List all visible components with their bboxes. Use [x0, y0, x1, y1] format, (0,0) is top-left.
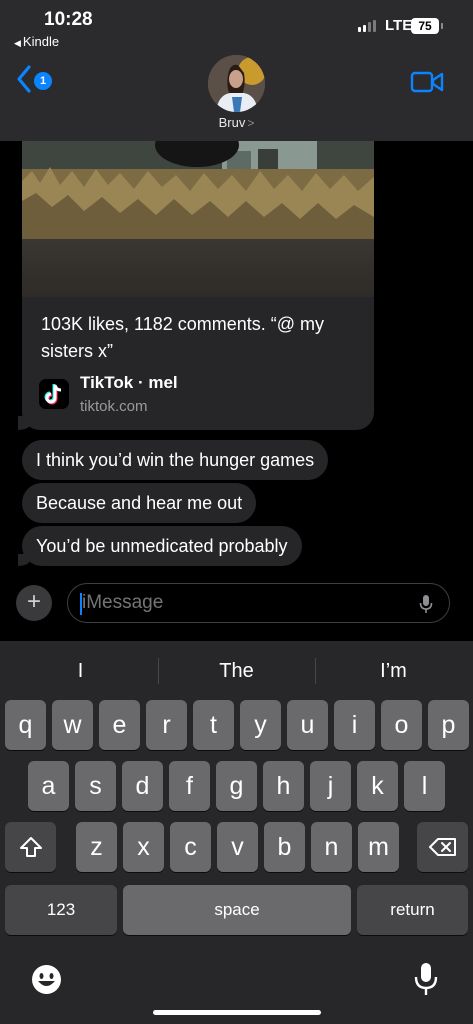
backspace-icon — [428, 838, 456, 856]
emoji-icon[interactable] — [31, 964, 62, 995]
home-indicator[interactable] — [153, 1010, 321, 1015]
key-u[interactable]: u — [287, 700, 328, 750]
key-z[interactable]: z — [76, 822, 117, 872]
shift-key[interactable] — [5, 822, 56, 872]
facetime-video-button[interactable] — [410, 70, 444, 94]
message-bubble[interactable]: Because and hear me out — [22, 483, 257, 523]
message-thread[interactable]: 103K likes, 1182 comments. “@ my sisters… — [0, 141, 473, 579]
key-y[interactable]: y — [240, 700, 281, 750]
message-input[interactable] — [82, 584, 402, 622]
network-type: LTE — [385, 17, 413, 34]
key-k[interactable]: k — [357, 761, 398, 811]
key-v[interactable]: v — [217, 822, 258, 872]
key-h[interactable]: h — [263, 761, 304, 811]
link-domain: tiktok.com — [80, 398, 148, 415]
key-s[interactable]: s — [75, 761, 116, 811]
key-c[interactable]: c — [170, 822, 211, 872]
conversation-header: 10:28 ◀ Kindle LTE 75 1 Bruv > — [0, 0, 473, 141]
chevron-left-icon — [17, 65, 31, 93]
status-time: 10:28 — [44, 9, 93, 30]
key-g[interactable]: g — [216, 761, 257, 811]
avatar-photo-icon — [208, 55, 265, 112]
tiktok-icon — [39, 379, 69, 409]
key-f[interactable]: f — [169, 761, 210, 811]
space-key[interactable]: space — [123, 885, 351, 935]
delete-key[interactable] — [417, 822, 468, 872]
message-text: You’d be unmedicated probably — [36, 536, 288, 556]
message-bubble[interactable]: You’d be unmedicated probably — [18, 526, 302, 566]
cellular-signal-icon — [358, 20, 376, 32]
key-x[interactable]: x — [123, 822, 164, 872]
keyboard: I The I’m q w e r t y u i o p a s d f g … — [0, 641, 473, 1024]
shift-arrow-icon — [19, 837, 42, 857]
chevron-right-icon: > — [247, 116, 255, 130]
back-to-app-link[interactable]: ◀ Kindle — [14, 34, 59, 49]
suggestion-2[interactable]: The — [158, 651, 315, 691]
link-preview-image — [22, 141, 374, 239]
contact-name-button[interactable]: Bruv > — [0, 115, 473, 130]
contact-avatar[interactable] — [208, 55, 265, 112]
bubble-tail-icon — [18, 554, 30, 566]
key-t[interactable]: t — [193, 700, 234, 750]
preview-image-lower — [22, 239, 374, 297]
key-q[interactable]: q — [5, 700, 46, 750]
link-source: TikTok · mel — [80, 373, 178, 392]
dictation-mic-icon[interactable] — [419, 594, 433, 614]
back-button[interactable]: 1 — [16, 64, 58, 98]
back-app-label: Kindle — [22, 34, 60, 49]
bubble-tail-icon — [18, 416, 32, 430]
return-key[interactable]: return — [357, 885, 468, 935]
link-preview-card[interactable]: 103K likes, 1182 comments. “@ my sisters… — [22, 141, 374, 430]
suggestion-3[interactable]: I’m — [315, 651, 472, 691]
key-p[interactable]: p — [428, 700, 469, 750]
key-l[interactable]: l — [404, 761, 445, 811]
key-w[interactable]: w — [52, 700, 93, 750]
key-b[interactable]: b — [264, 822, 305, 872]
suggestion-1[interactable]: I — [2, 651, 159, 691]
plus-icon: + — [26, 588, 41, 615]
apps-plus-button[interactable]: + — [16, 585, 52, 621]
key-o[interactable]: o — [381, 700, 422, 750]
back-triangle-icon: ◀ — [14, 38, 21, 48]
unread-count-badge: 1 — [34, 72, 52, 90]
compose-bar: + — [0, 579, 473, 641]
message-text: I think you’d win the hunger games — [36, 450, 315, 470]
message-field[interactable] — [67, 583, 450, 623]
key-m[interactable]: m — [358, 822, 399, 872]
key-e[interactable]: e — [99, 700, 140, 750]
key-a[interactable]: a — [28, 761, 69, 811]
link-title: 103K likes, 1182 comments. “@ my sisters… — [41, 314, 325, 361]
numbers-key[interactable]: 123 — [5, 885, 117, 935]
key-j[interactable]: j — [310, 761, 351, 811]
message-bubble[interactable]: I think you’d win the hunger games — [22, 440, 329, 480]
key-d[interactable]: d — [122, 761, 163, 811]
message-text: Because and hear me out — [36, 493, 243, 513]
key-n[interactable]: n — [311, 822, 352, 872]
key-i[interactable]: i — [334, 700, 375, 750]
contact-name: Bruv — [218, 115, 246, 130]
battery-level: 75 — [411, 18, 439, 34]
battery-tip-icon — [441, 23, 443, 29]
preview-photo-icon — [22, 141, 374, 239]
video-camera-icon — [410, 71, 444, 93]
key-r[interactable]: r — [146, 700, 187, 750]
dictation-mic-icon[interactable] — [413, 961, 439, 997]
